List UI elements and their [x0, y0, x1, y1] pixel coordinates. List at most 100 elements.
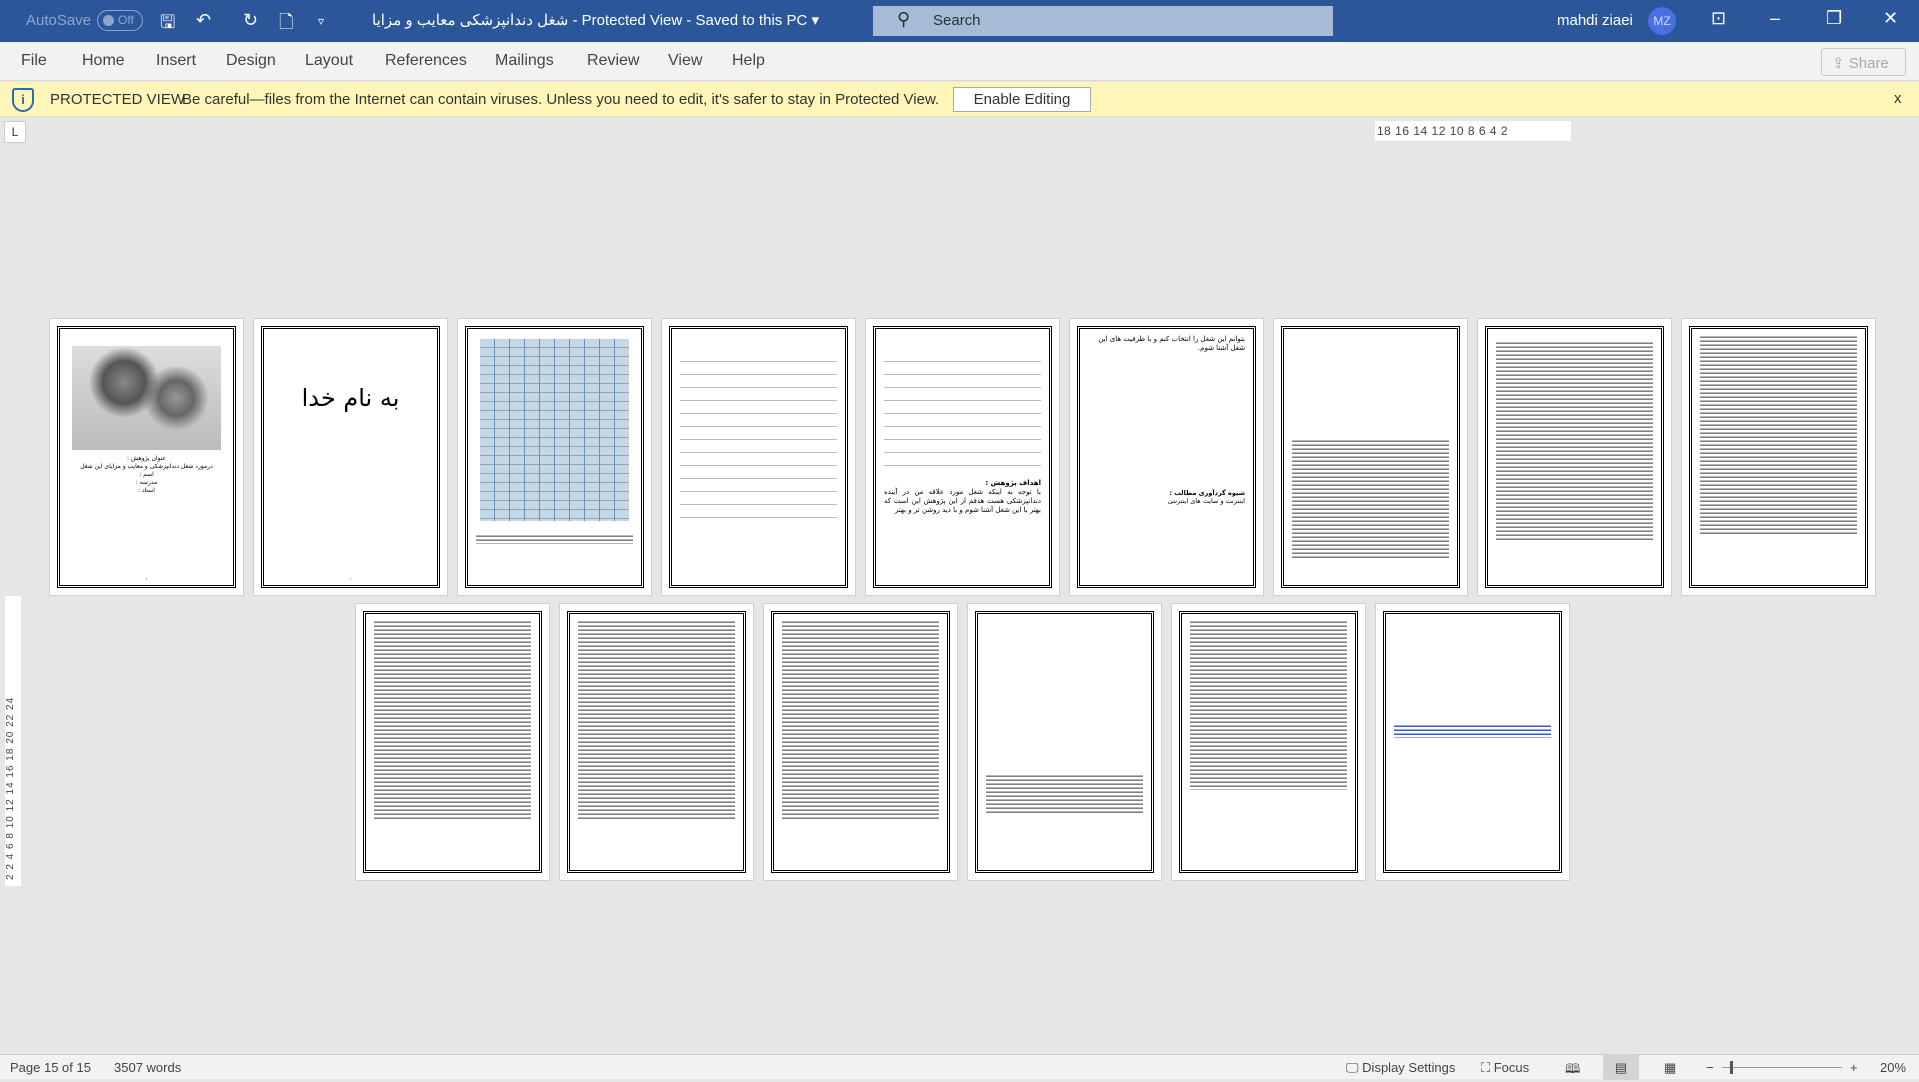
page-thumbnail-14[interactable] [1171, 603, 1366, 881]
zoom-out-button[interactable]: − [1706, 1060, 1714, 1075]
focus-button[interactable]: ⛶ Focus [1481, 1060, 1529, 1076]
page-thumbnail-9[interactable] [1681, 318, 1876, 596]
page-border [771, 611, 950, 873]
page-border [1689, 326, 1868, 588]
vertical-ruler[interactable]: 2 2 4 6 8 10 12 14 16 18 20 22 24 [5, 596, 21, 886]
page-thumbnail-11[interactable] [559, 603, 754, 881]
page-thumbnail-15[interactable] [1375, 603, 1570, 881]
tab-review[interactable]: Review [587, 52, 639, 70]
ribbon-display-icon[interactable]: ⊡ [1711, 8, 1726, 29]
protected-view-bar: i PROTECTED VIEW Be careful—files from t… [0, 82, 1919, 117]
page-border [1179, 611, 1358, 873]
autosave-toggle[interactable]: Off [97, 10, 143, 31]
research-title-label: عنوان پژوهش : [126, 455, 167, 462]
page-number: 2 [349, 576, 352, 581]
method-heading: شیوه گردآوری مطالب : [1169, 489, 1245, 497]
print-layout-icon[interactable]: ▤ [1603, 1055, 1639, 1080]
user-name[interactable]: mahdi ziaei [1557, 12, 1633, 29]
tab-references[interactable]: References [385, 52, 467, 70]
protected-view-label: PROTECTED VIEW [50, 91, 186, 108]
method-body: اینترنت و سایت های اینترنتی [1167, 497, 1245, 505]
avatar[interactable]: MZ [1648, 7, 1676, 35]
search-box[interactable]: ⚲ Search [873, 6, 1333, 36]
goals-heading: اهداف پژوهش : [985, 479, 1041, 487]
page-border [1485, 326, 1664, 588]
ribbon-tabs: File Home Insert Design Layout Reference… [0, 42, 1919, 81]
document-title[interactable]: شغل دندانپزشکی معایب و مزایا - Protected… [372, 11, 819, 29]
share-icon: ⇪ [1832, 55, 1849, 72]
page-count[interactable]: Page 15 of 15 [10, 1060, 91, 1075]
tab-selector[interactable]: L [4, 121, 26, 143]
enable-editing-button[interactable]: Enable Editing [953, 87, 1091, 112]
page-border [567, 611, 746, 873]
goals-body: با توجه به اینکه شغل مورد علاقه من در آی… [884, 488, 1041, 514]
search-placeholder: Search [933, 12, 981, 29]
research-subject: درمورد شغل دندانپزشکی و معایب و مزایای ا… [80, 463, 213, 470]
page-thumbnail-3[interactable] [457, 318, 652, 596]
zoom-slider-thumb[interactable] [1730, 1061, 1733, 1074]
close-icon[interactable]: ✕ [1883, 8, 1898, 29]
page-number: 1 [145, 576, 148, 581]
focus-icon: ⛶ [1481, 1060, 1491, 1075]
page-border: عنوان پژوهش : درمورد شغل دندانپزشکی و معا… [57, 326, 236, 588]
title-bar: AutoSave Off 🖫 ↶ ↻ 🗋 ▿ شغل دندانپزشکی مع… [0, 0, 1919, 42]
tab-help[interactable]: Help [732, 52, 765, 70]
page-border: بتوانم این شغل را انتخاب کنم و با ظرفیت … [1077, 326, 1256, 588]
page-border: اهداف پژوهش : با توجه به اینکه شغل مورد ع… [873, 326, 1052, 588]
cover-photo [72, 346, 221, 450]
web-layout-icon[interactable]: ▦ [1664, 1060, 1676, 1076]
tab-insert[interactable]: Insert [156, 52, 196, 70]
page-thumbnail-8[interactable] [1477, 318, 1672, 596]
tab-mailings[interactable]: Mailings [495, 52, 554, 70]
new-document-icon[interactable]: 🗋 [279, 10, 293, 40]
tab-home[interactable]: Home [82, 52, 125, 70]
zoom-in-button[interactable]: + [1850, 1060, 1858, 1075]
page-thumbnail-10[interactable] [355, 603, 550, 881]
page-thumbnail-6[interactable]: بتوانم این شغل را انتخاب کنم و با ظرفیت … [1069, 318, 1264, 596]
search-icon: ⚲ [897, 9, 911, 29]
autosave-label: AutoSave [26, 12, 92, 29]
page-thumbnail-5[interactable]: اهداف پژوهش : با توجه به اینکه شغل مورد ع… [865, 318, 1060, 596]
status-bar: Page 15 of 15 3507 words 🖵 Display Setti… [0, 1054, 1919, 1080]
zoom-level[interactable]: 20% [1880, 1060, 1906, 1075]
tab-file[interactable]: File [21, 52, 47, 70]
shield-info-icon: i [12, 88, 34, 112]
page-text: بتوانم این شغل را انتخاب کنم و با ظرفیت … [1098, 335, 1245, 352]
word-count[interactable]: 3507 words [114, 1060, 181, 1075]
page-border [1383, 611, 1562, 873]
customize-toolbar-icon[interactable]: ▿ [318, 14, 324, 28]
restore-icon[interactable]: ❐ [1826, 8, 1842, 29]
page-thumbnail-4[interactable] [661, 318, 856, 596]
save-icon[interactable]: 🖫 [160, 10, 175, 40]
protected-view-message: Be careful—files from the Internet can c… [182, 91, 940, 108]
name-field: اسم : [139, 471, 154, 478]
share-label: Share [1848, 55, 1889, 72]
school-field: مدرسه : [135, 479, 158, 486]
page-border [975, 611, 1154, 873]
page-thumbnail-13[interactable] [967, 603, 1162, 881]
share-button[interactable]: ⇪ Share [1821, 48, 1906, 76]
page-border: به نام خدا 2 [261, 326, 440, 588]
zoom-slider[interactable] [1722, 1061, 1842, 1074]
focus-label: Focus [1493, 1060, 1530, 1075]
display-settings-button[interactable]: 🖵 Display Settings [1346, 1060, 1455, 1076]
page-border [1281, 326, 1460, 588]
page-border [669, 326, 848, 588]
page-thumbnail-2[interactable]: به نام خدا 2 [253, 318, 448, 596]
bismillah-text: به نام خدا [301, 384, 400, 412]
tab-layout[interactable]: Layout [305, 52, 353, 70]
page-border [465, 326, 644, 588]
minimize-icon[interactable]: – [1770, 8, 1780, 29]
page-thumbnail-1[interactable]: عنوان پژوهش : درمورد شغل دندانپزشکی و معا… [49, 318, 244, 596]
horizontal-ruler[interactable]: 18 16 14 12 10 8 6 4 2 [1375, 121, 1571, 141]
tab-design[interactable]: Design [226, 52, 276, 70]
page-thumbnail-12[interactable] [763, 603, 958, 881]
tab-view[interactable]: View [668, 52, 702, 70]
undo-icon[interactable]: ↶ [196, 10, 211, 31]
close-bar-icon[interactable]: x [1894, 90, 1902, 107]
teacher-field: استاد : [138, 487, 155, 494]
page-border [363, 611, 542, 873]
display-settings-label: Display Settings [1362, 1060, 1456, 1075]
redo-icon[interactable]: ↻ [243, 10, 258, 31]
page-thumbnail-7[interactable] [1273, 318, 1468, 596]
